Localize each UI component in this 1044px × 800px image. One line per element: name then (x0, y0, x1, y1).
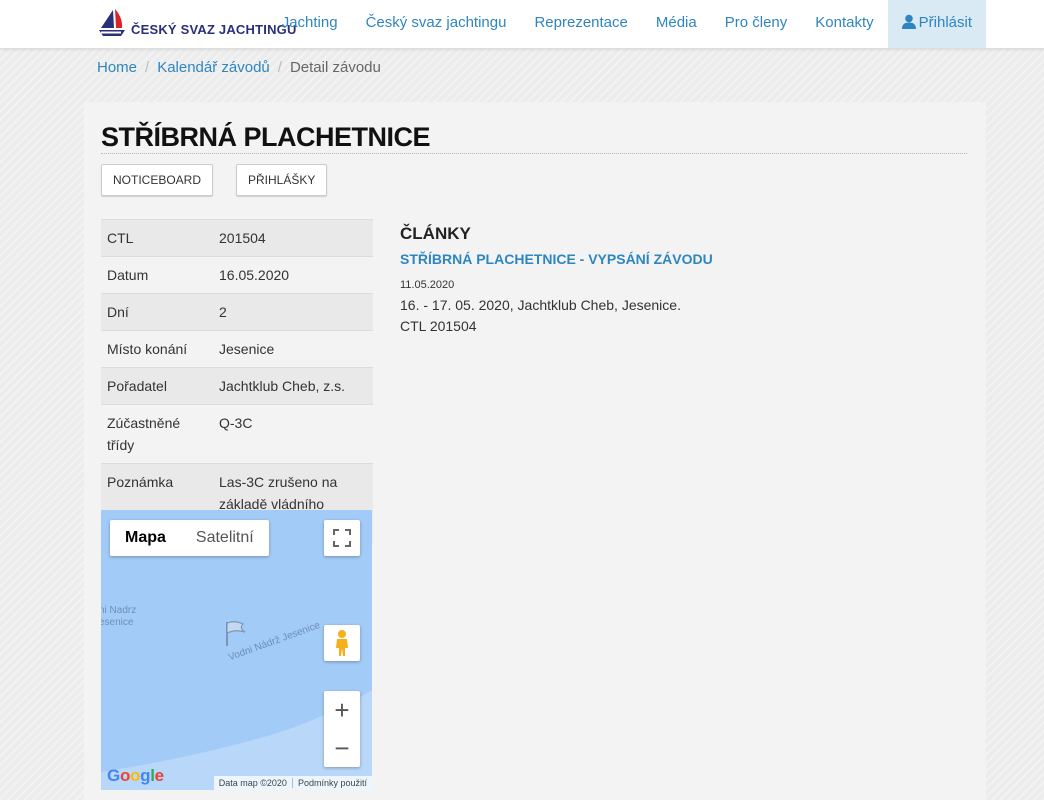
row-key: Datum (101, 256, 213, 294)
table-row: Datum 16.05.2020 (101, 256, 373, 294)
table-row: Dní 2 (101, 293, 373, 331)
street-view-button[interactable] (324, 625, 360, 661)
table-row: Místo konání Jesenice (101, 330, 373, 368)
noticeboard-button[interactable]: NOTICEBOARD (101, 164, 214, 196)
articles-section: ČLÁNKY STŘÍBRNÁ PLACHETNICE - VYPSÁNÍ ZÁ… (400, 224, 800, 337)
article-summary: 16. - 17. 05. 2020, Jachtklub Cheb, Jese… (400, 295, 800, 337)
google-logo: Google (107, 766, 164, 785)
zoom-out-button[interactable]: − (324, 729, 360, 767)
map-data-credit: Data map ©2020 (218, 778, 287, 788)
breadcrumb-separator: / (145, 59, 150, 76)
login-button[interactable]: Přihlásit (887, 0, 986, 48)
row-value: 201504 (213, 219, 373, 257)
nav-item-csj[interactable]: Český svaz jachtingu (352, 0, 521, 48)
article-summary-line: CTL 201504 (400, 318, 477, 334)
content-panel: STŘÍBRNÁ PLACHETNICE NOTICEBOARD PŘIHLÁŠ… (84, 102, 986, 800)
row-key: Místo konání (101, 330, 213, 368)
zoom-in-button[interactable]: + (324, 691, 360, 729)
row-key: CTL (101, 219, 213, 257)
zoom-control: + − (324, 691, 360, 767)
nav-item-reprezentace[interactable]: Reprezentace (520, 0, 641, 48)
breadcrumb: Home / Kalendář závodů / Detail závodu (97, 58, 381, 78)
row-value: Jachtklub Cheb, z.s. (213, 367, 373, 405)
row-value: 16.05.2020 (213, 256, 373, 294)
prihlasky-button[interactable]: PŘIHLÁŠKY (236, 164, 328, 196)
login-label: Přihlásit (918, 14, 972, 31)
fullscreen-button[interactable] (324, 520, 360, 556)
pegman-icon (336, 630, 348, 656)
row-key: Pořadatel (101, 367, 213, 405)
main-nav: Jachting Český svaz jachtingu Reprezenta… (268, 0, 986, 48)
breadcrumb-current: Detail závodu (289, 59, 381, 76)
article-title-link[interactable]: STŘÍBRNÁ PLACHETNICE - VYPSÁNÍ ZÁVODU (400, 251, 800, 267)
row-value: Jesenice (213, 330, 373, 368)
breadcrumb-separator: / (277, 59, 282, 76)
fullscreen-icon (333, 529, 351, 547)
table-row: CTL 201504 (101, 219, 373, 257)
map-tab-satellite[interactable]: Satelitní (181, 520, 269, 556)
map-label-reservoir-left: ni Nadrz (101, 605, 137, 616)
user-icon (901, 14, 916, 29)
row-key: Dní (101, 293, 213, 331)
flag-marker-icon[interactable] (223, 620, 249, 648)
row-value: 2 (213, 293, 373, 331)
map-attribution: Data map ©2020 Podmínky použití (213, 776, 372, 790)
articles-heading: ČLÁNKY (400, 224, 471, 243)
location-map[interactable]: Mapa Satelitní ni Nadrz esenice Vodni Ná… (101, 510, 372, 790)
map-type-tabs: Mapa Satelitní (110, 520, 269, 556)
page-title: STŘÍBRNÁ PLACHETNICE (101, 122, 431, 152)
brand-logo-link[interactable]: ČESKÝ SVAZ JACHTINGU (97, 6, 297, 42)
table-row: Pořadatel Jachtklub Cheb, z.s. (101, 367, 373, 405)
race-info-table: CTL 201504 Datum 16.05.2020 Dní 2 Místo … (101, 219, 373, 544)
nav-item-jachting[interactable]: Jachting (268, 0, 352, 48)
title-divider (101, 153, 967, 154)
article-date: 11.05.2020 (400, 279, 455, 291)
top-navbar: ČESKÝ SVAZ JACHTINGU Jachting Český svaz… (0, 0, 1044, 49)
map-terms-link[interactable]: Podmínky použití (291, 778, 372, 788)
map-label-reservoir-left-2: esenice (101, 617, 134, 628)
nav-item-pro-cleny[interactable]: Pro členy (711, 0, 802, 48)
row-value: Q-3C (213, 404, 373, 464)
nav-item-media[interactable]: Média (642, 0, 711, 48)
nav-item-kontakty[interactable]: Kontakty (801, 0, 887, 48)
breadcrumb-home[interactable]: Home (97, 58, 137, 78)
map-tab-map[interactable]: Mapa (110, 520, 181, 556)
table-row: Zúčastněné třídy Q-3C (101, 404, 373, 464)
row-key: Zúčastněné třídy (101, 404, 213, 464)
breadcrumb-calendar[interactable]: Kalendář závodů (157, 58, 270, 78)
sailboat-logo-icon (99, 9, 125, 36)
article-summary-line: 16. - 17. 05. 2020, Jachtklub Cheb, Jese… (400, 297, 681, 313)
